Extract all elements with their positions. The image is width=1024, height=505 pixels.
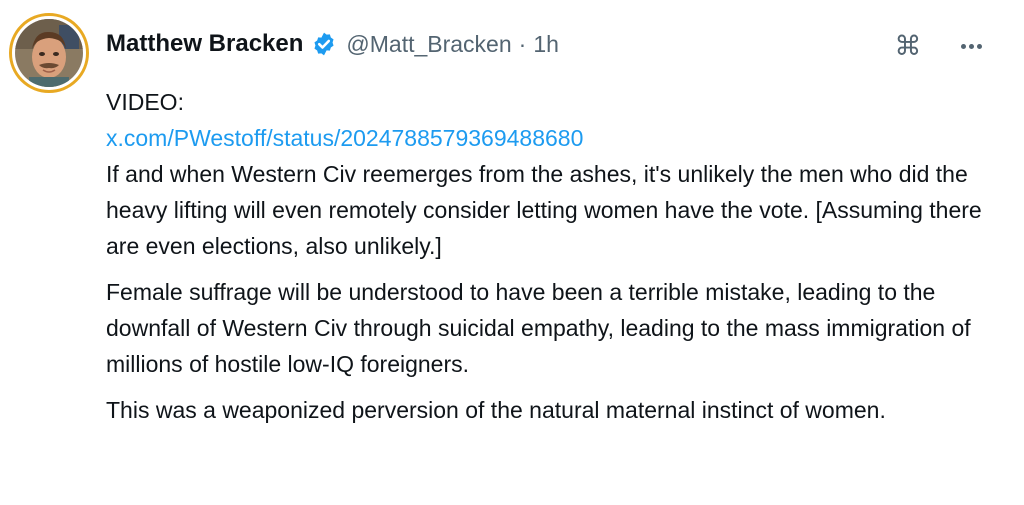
post-link[interactable]: x.com/PWestoff/status/202478857936948868… [106,125,583,151]
profile-photo-icon [15,19,83,87]
author-name[interactable]: Matthew Bracken [106,30,303,58]
post-header: Matthew Bracken @Matt_Bracken · 1h [106,27,559,61]
more-options-icon[interactable] [956,31,986,61]
command-icon[interactable]: ⌘ [893,31,923,61]
post-timestamp[interactable]: 1h [533,31,559,58]
post-card: Matthew Bracken @Matt_Bracken · 1h ⌘ VID… [0,0,1024,505]
post-text: VIDEO: x.com/PWestoff/status/20247885793… [106,84,1011,428]
paragraph-2: Female suffrage will be understood to ha… [106,279,971,377]
verified-badge-icon [314,32,334,56]
video-label: VIDEO: [106,89,184,115]
author-handle[interactable]: @Matt_Bracken [346,31,511,58]
paragraph-3: This was a weaponized perversion of the … [106,397,886,423]
paragraph-1: If and when Western Civ reemerges from t… [106,161,982,259]
avatar[interactable] [9,13,89,93]
separator-dot: · [518,30,527,57]
